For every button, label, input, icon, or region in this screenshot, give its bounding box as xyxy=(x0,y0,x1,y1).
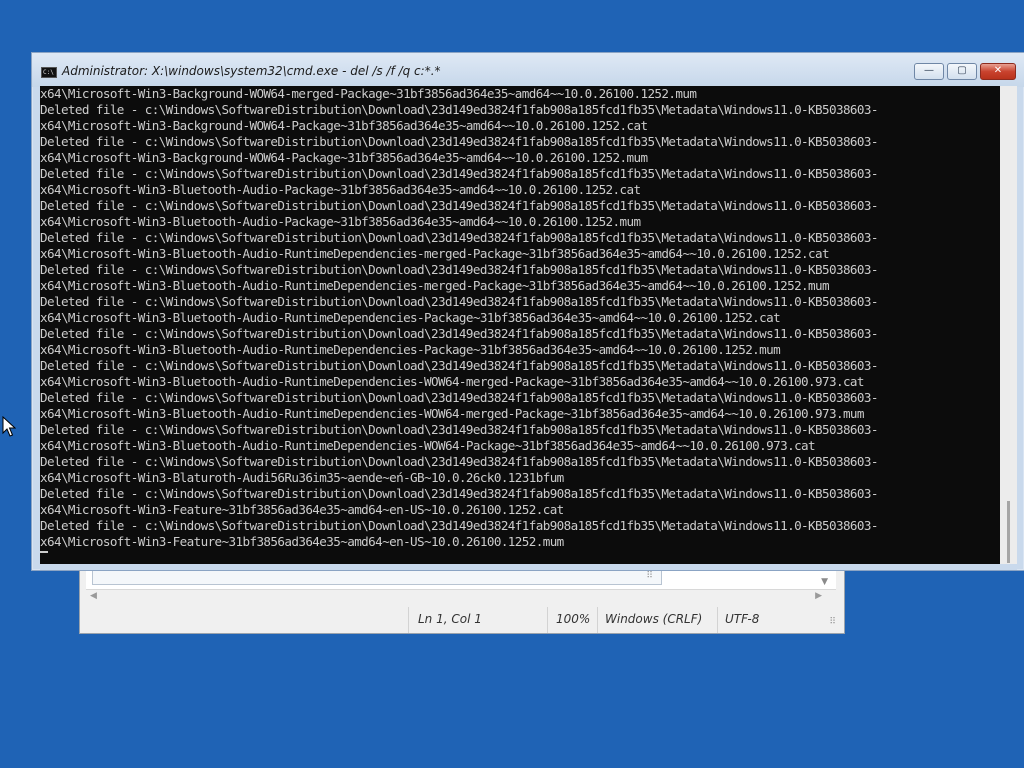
console-icon: C:\ xyxy=(41,67,57,78)
console-line: Deleted file - c:\Windows\SoftwareDistri… xyxy=(40,134,878,149)
status-divider xyxy=(717,607,718,633)
console-line: Deleted file - c:\Windows\SoftwareDistri… xyxy=(40,198,878,213)
console-line: x64\Microsoft-Win3-Background-WOW64-merg… xyxy=(40,86,697,101)
console-line: Deleted file - c:\Windows\SoftwareDistri… xyxy=(40,262,878,277)
console-line: x64\Microsoft-Win3-Bluetooth-Audio-Packa… xyxy=(40,214,641,229)
console-line: x64\Microsoft-Win3-Bluetooth-Audio-Runti… xyxy=(40,406,864,421)
console-line: x64\Microsoft-Win3-Background-WOW64-Pack… xyxy=(40,150,648,165)
console-line: x64\Microsoft-Win3-Background-WOW64-Pack… xyxy=(40,118,648,133)
resize-grip-icon: ⠿ xyxy=(646,571,653,581)
console-line: x64\Microsoft-Win3-Bluetooth-Audio-Runti… xyxy=(40,278,830,293)
console-line: x64\Microsoft-Win3-Blaturoth-Audi56Ru36i… xyxy=(40,470,564,485)
close-button[interactable]: ✕ xyxy=(980,63,1016,80)
resize-grip-icon[interactable]: ⠿ xyxy=(829,617,836,627)
console-line: Deleted file - c:\Windows\SoftwareDistri… xyxy=(40,358,878,373)
console-line: Deleted file - c:\Windows\SoftwareDistri… xyxy=(40,102,878,117)
console-line: Deleted file - c:\Windows\SoftwareDistri… xyxy=(40,486,878,501)
console-line: x64\Microsoft-Win3-Bluetooth-Audio-Runti… xyxy=(40,342,781,357)
console-line: x64\Microsoft-Win3-Bluetooth-Audio-Runti… xyxy=(40,310,781,325)
console-line: Deleted file - c:\Windows\SoftwareDistri… xyxy=(40,454,878,469)
window-title: Administrator: X:\windows\system32\cmd.e… xyxy=(62,64,441,78)
console-scrollbar[interactable] xyxy=(1000,86,1017,564)
console-line: x64\Microsoft-Win3-Bluetooth-Audio-Packa… xyxy=(40,182,641,197)
cmd-window: C:\ Administrator: X:\windows\system32\c… xyxy=(31,52,1024,571)
status-position: Ln 1, Col 1 xyxy=(418,612,482,626)
console-line: x64\Microsoft-Win3-Bluetooth-Audio-Runti… xyxy=(40,374,864,389)
console-line: Deleted file - c:\Windows\SoftwareDistri… xyxy=(40,166,878,181)
status-encoding: UTF-8 xyxy=(725,612,760,626)
status-line-endings: Windows (CRLF) xyxy=(605,612,703,626)
notepad-statusbar: Ln 1, Col 1 100% Windows (CRLF) UTF-8 ⠿ xyxy=(80,607,844,633)
status-divider xyxy=(597,607,598,633)
console-line: x64\Microsoft-Win3-Feature~31bf3856ad364… xyxy=(40,534,564,549)
console-line: Deleted file - c:\Windows\SoftwareDistri… xyxy=(40,326,878,341)
notepad-window: ⠿ ▼ ◀ ▶ Ln 1, Col 1 100% Windows (CRLF) … xyxy=(79,560,845,634)
text-cursor xyxy=(40,551,48,553)
cmd-titlebar[interactable]: C:\ Administrator: X:\windows\system32\c… xyxy=(32,53,1024,87)
maximize-button[interactable]: ▢ xyxy=(947,63,977,80)
status-divider xyxy=(408,607,409,633)
minimize-button[interactable]: — xyxy=(914,63,944,80)
window-bottom-border xyxy=(40,564,1017,570)
status-divider xyxy=(547,607,548,633)
console-line: x64\Microsoft-Win3-Feature~31bf3856ad364… xyxy=(40,502,564,517)
console-lines: x64\Microsoft-Win3-Background-WOW64-merg… xyxy=(40,86,1000,550)
mouse-pointer-icon xyxy=(2,416,16,437)
scroll-down-arrow-icon[interactable]: ▼ xyxy=(821,577,828,587)
scroll-right-arrow-icon[interactable]: ▶ xyxy=(815,591,822,601)
scrollbar-thumb[interactable] xyxy=(1007,501,1010,563)
console-line: x64\Microsoft-Win3-Bluetooth-Audio-Runti… xyxy=(40,438,816,453)
console-line: Deleted file - c:\Windows\SoftwareDistri… xyxy=(40,294,878,309)
console-line: Deleted file - c:\Windows\SoftwareDistri… xyxy=(40,390,878,405)
horizontal-scrollbar[interactable]: ◀ ▶ xyxy=(86,591,822,605)
console-line: Deleted file - c:\Windows\SoftwareDistri… xyxy=(40,518,878,533)
console-output[interactable]: x64\Microsoft-Win3-Background-WOW64-merg… xyxy=(40,86,1000,564)
scroll-left-arrow-icon[interactable]: ◀ xyxy=(90,591,97,601)
status-zoom: 100% xyxy=(556,612,591,626)
console-line: x64\Microsoft-Win3-Bluetooth-Audio-Runti… xyxy=(40,246,830,261)
console-line: Deleted file - c:\Windows\SoftwareDistri… xyxy=(40,422,878,437)
console-line: Deleted file - c:\Windows\SoftwareDistri… xyxy=(40,230,878,245)
